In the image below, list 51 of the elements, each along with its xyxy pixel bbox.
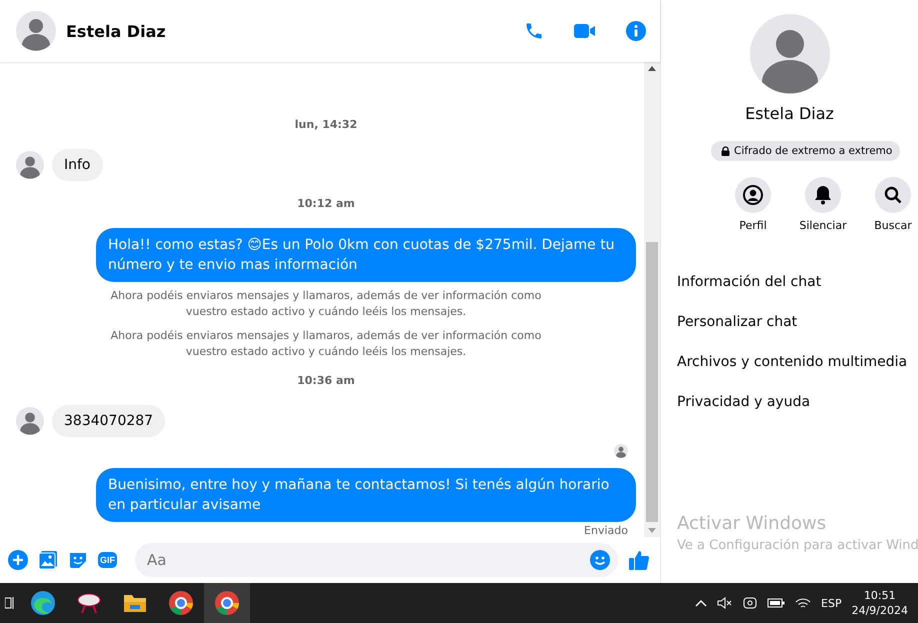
profile-action[interactable]: Buscar — [865, 177, 918, 232]
sticker-icon[interactable] — [68, 550, 88, 570]
message-field[interactable]: Aa — [135, 543, 618, 577]
info-section[interactable]: Privacidad y ayuda — [661, 382, 918, 422]
gif-button[interactable]: GIF — [98, 552, 117, 568]
battery-icon[interactable] — [767, 597, 786, 609]
lock-icon — [721, 146, 730, 156]
contact-avatar — [16, 11, 56, 51]
info-icon[interactable] — [626, 21, 646, 41]
chrome-icon[interactable] — [204, 583, 250, 623]
profile-action[interactable]: Perfil — [725, 177, 781, 232]
incoming-message: Info — [52, 149, 102, 181]
emoji-icon[interactable] — [590, 550, 610, 570]
muted-speaker-icon[interactable] — [717, 596, 734, 610]
clock-time[interactable]: 10:51 — [864, 588, 896, 603]
video-camera-icon[interactable] — [574, 23, 596, 39]
language-indicator[interactable]: ESP — [821, 596, 842, 610]
seen-avatar — [614, 444, 628, 458]
clock-date[interactable]: 24/9/2024 — [852, 603, 908, 618]
timestamp: 10:36 am — [296, 373, 356, 389]
search-icon — [884, 186, 902, 204]
person-icon — [743, 185, 763, 205]
timestamp: lun, 14:32 — [294, 117, 358, 133]
chevron-up-icon[interactable] — [695, 599, 708, 607]
wifi-icon[interactable] — [795, 596, 812, 610]
profile-action[interactable]: Silenciar — [795, 177, 851, 232]
incoming-message: 3834070287 — [52, 405, 166, 437]
info-section[interactable]: Información del chat — [661, 262, 918, 302]
sent-status: Enviado — [584, 524, 628, 537]
camera-icon[interactable] — [743, 596, 758, 610]
contact-name: Estela Diaz — [66, 22, 167, 40]
bell-icon — [814, 185, 832, 205]
system-notice: Ahora podéis enviaros mensajes y llamaros, además de ver información como vuestro estado activo y cuándo leéis los mensajes. — [110, 328, 542, 360]
profile-name: Estela Diaz — [745, 104, 834, 123]
thumbs-up-icon[interactable] — [628, 549, 650, 571]
system-notice: Ahora podéis enviaros mensajes y llamaros, además de ver información como vuestro estado activo y cuándo leéis los mensajes. — [110, 288, 542, 320]
activation-title: Activar Windows — [677, 513, 828, 534]
outgoing-message: Buenisimo, entre hoy y mañana te contactamos! Si tenés algún horario en particular avisame — [96, 468, 636, 522]
activation-subtitle: Ve a Configuración para activar Wind — [677, 538, 918, 553]
scrollbar[interactable] — [644, 62, 660, 537]
phone-icon[interactable] — [524, 21, 544, 41]
sender-avatar — [16, 151, 44, 179]
plus-icon[interactable] — [8, 550, 28, 570]
image-icon[interactable] — [38, 550, 58, 570]
encryption-label: Cifrado de extremo a extremo — [734, 145, 892, 157]
timestamp: 10:12 am — [296, 196, 356, 212]
info-section[interactable]: Personalizar chat — [661, 302, 918, 342]
sender-avatar — [16, 407, 44, 435]
outgoing-message: Hola!! como estas? 😊Es un Polo 0km con cuotas de $275mil. Dejame tu número y te envio mas información — [96, 228, 636, 282]
info-section[interactable]: Archivos y contenido multimedia — [661, 342, 918, 382]
scroll-up-icon[interactable] — [648, 66, 656, 71]
